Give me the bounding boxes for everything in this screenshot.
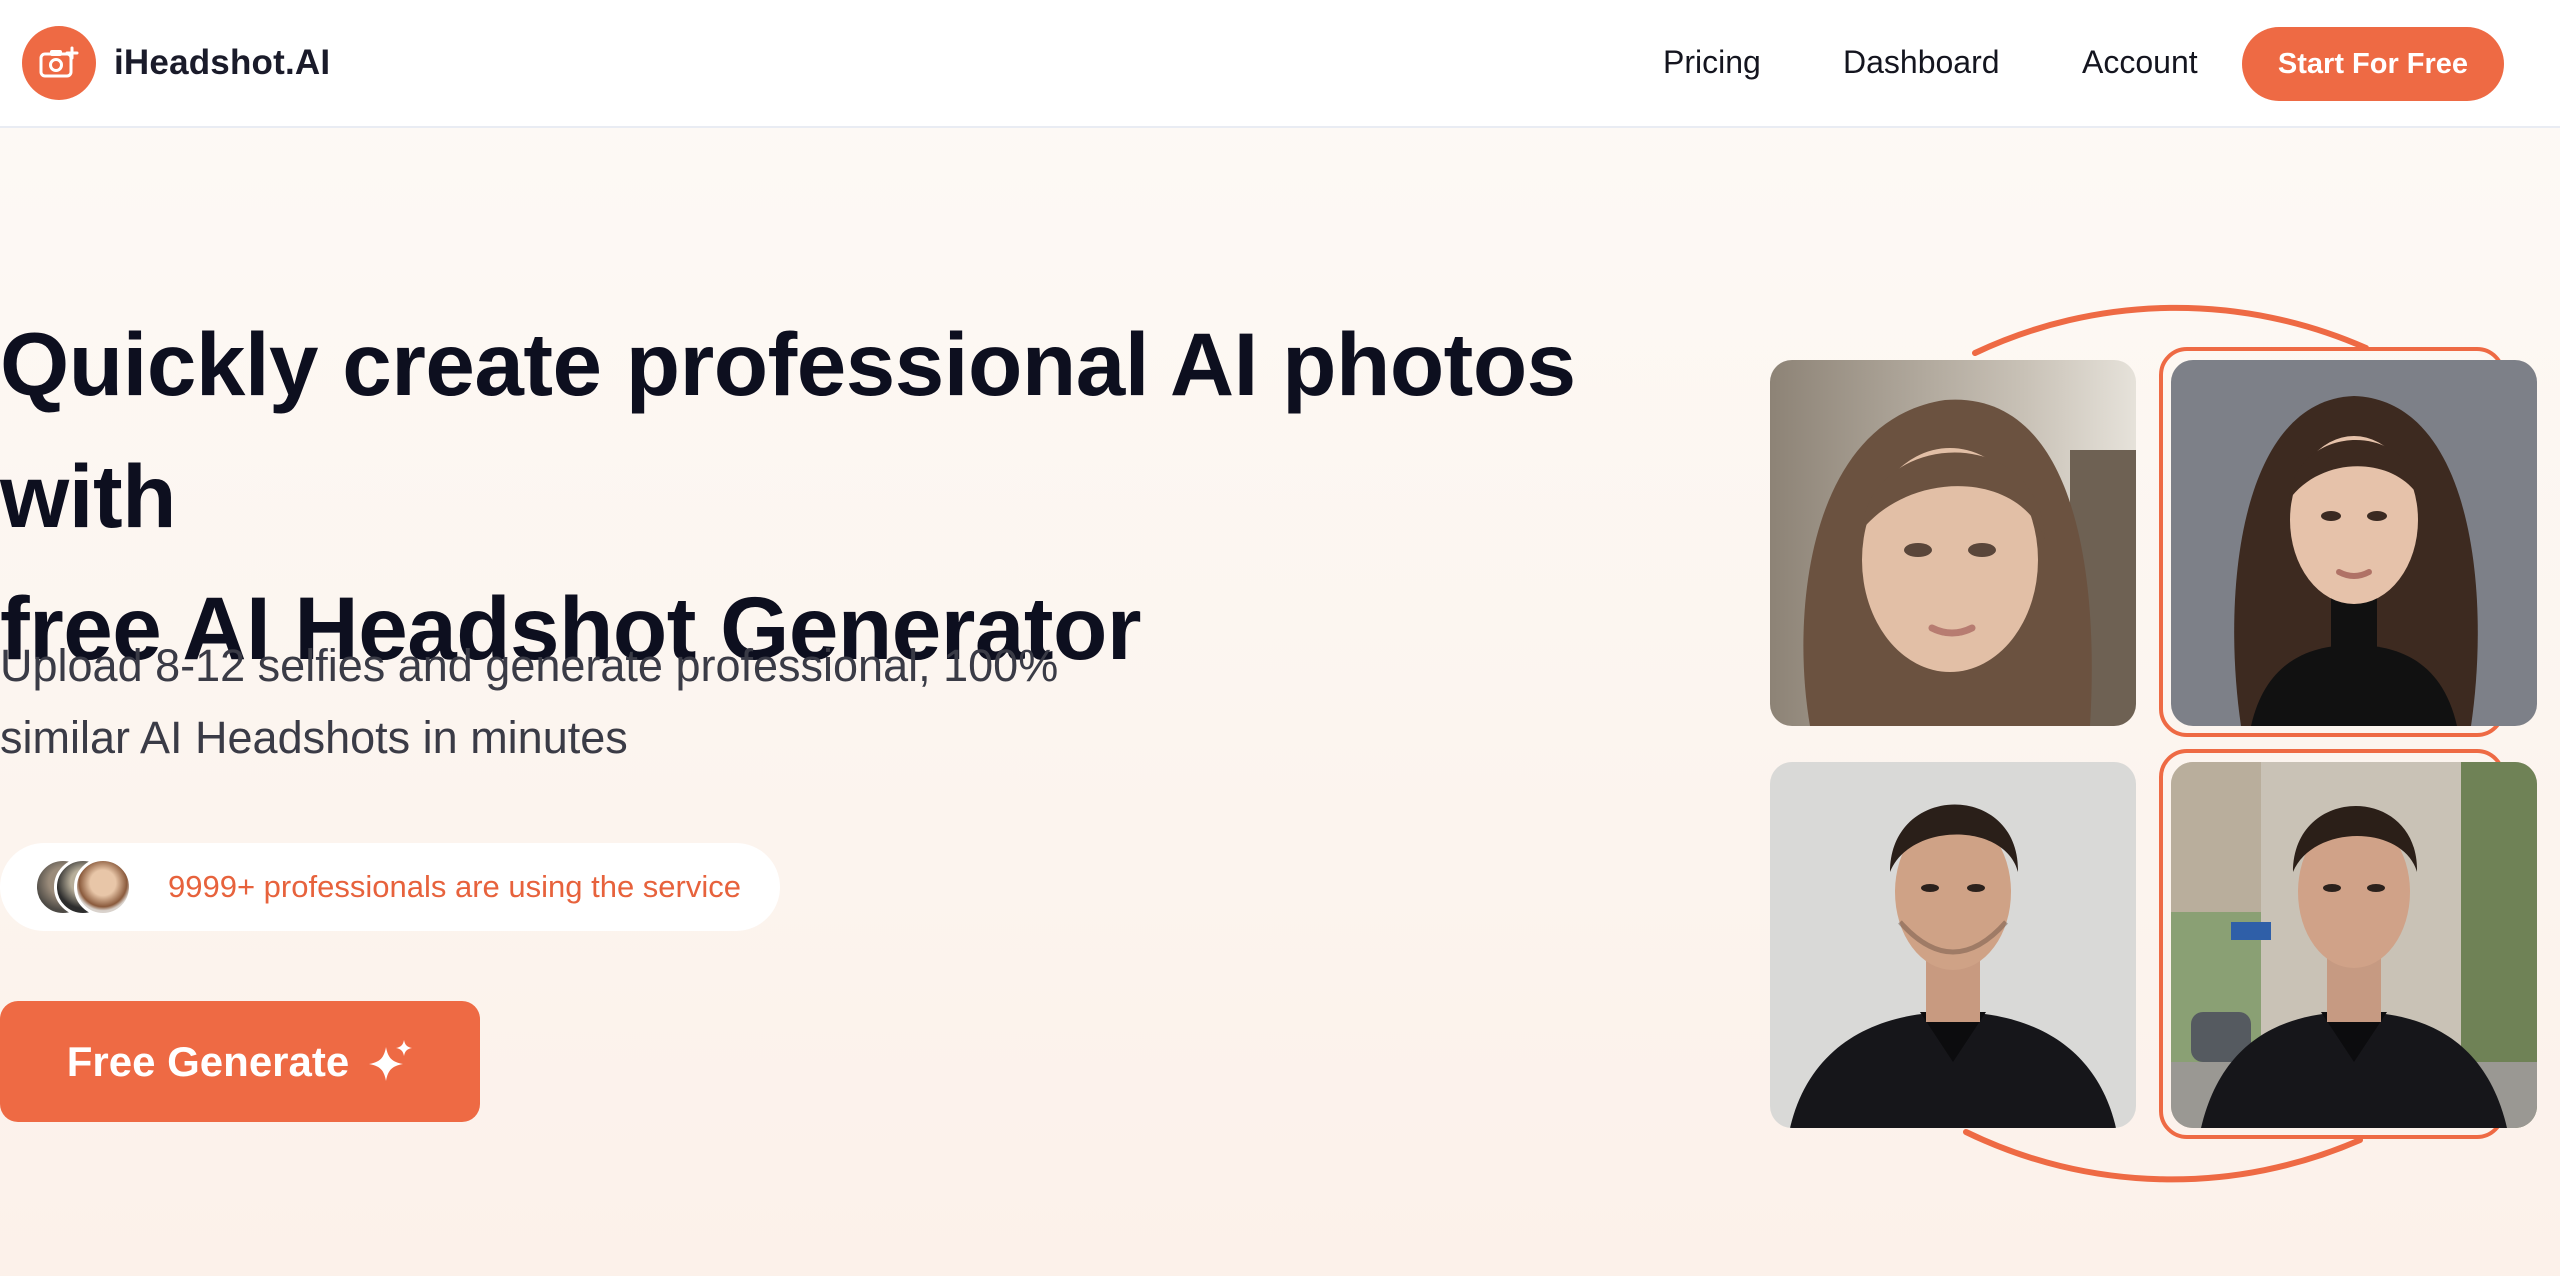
brand-logo[interactable]: iHeadshot.AI [22,26,330,100]
generated-headshot-man [2171,762,2537,1128]
nav-pricing-link[interactable]: Pricing [1663,44,1761,81]
start-for-free-button[interactable]: Start For Free [2242,27,2504,101]
nav-dashboard-link[interactable]: Dashboard [1843,44,2000,81]
hero-subtitle-line-1: Upload 8-12 selfies and generate profess… [0,640,1059,691]
nav-account-link[interactable]: Account [2082,44,2198,81]
sample-selfie-man [1770,762,2136,1128]
brand-name: iHeadshot.AI [114,43,331,82]
camera-plus-icon [22,26,96,100]
generated-headshot-woman [2171,360,2537,726]
hero-title-line-1: Quickly create professional AI photos wi… [0,314,1576,546]
avatar [74,858,132,916]
sparkle-icon [367,1039,413,1085]
social-proof-badge: 9999+ professionals are using the servic… [0,843,780,931]
user-avatars [34,858,144,916]
hero-subtitle: Upload 8-12 selfies and generate profess… [0,630,1160,774]
sample-selfie-woman [1770,360,2136,726]
free-generate-label: Free Generate [66,1037,350,1085]
hero-subtitle-line-2: similar AI Headshots in minutes [0,712,628,763]
site-header: iHeadshot.AI Pricing Dashboard Account S… [0,0,2560,128]
free-generate-button[interactable]: Free Generate [0,1001,480,1122]
social-proof-text: 9999+ professionals are using the servic… [168,869,741,904]
